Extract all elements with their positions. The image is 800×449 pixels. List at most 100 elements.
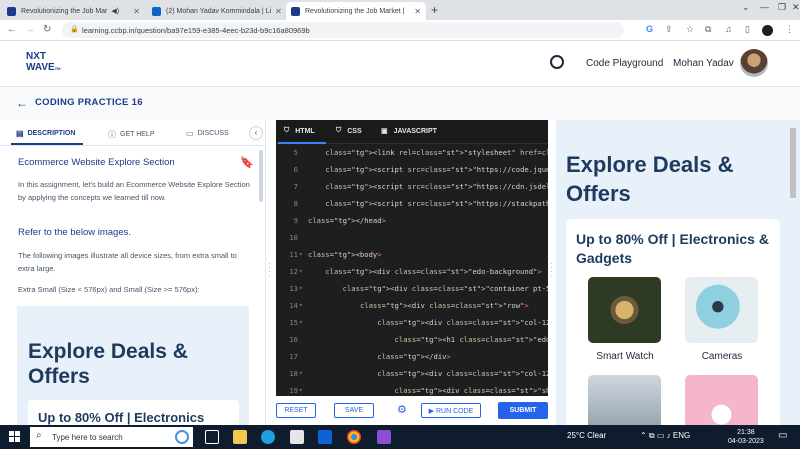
tab-css[interactable]: ⛉ CSS [336, 127, 362, 135]
star-icon[interactable]: ☆ [686, 24, 694, 35]
code-area[interactable]: 5 class="tg"><link rel=class="st">"style… [276, 144, 548, 396]
fold-chevron-icon[interactable]: ▾ [299, 365, 303, 382]
panel-tabs: ▤ DESCRIPTION ⓘ GET HELP ▭ DISCUSS ‹ [0, 120, 265, 146]
nxtwave-favicon-icon [7, 6, 16, 16]
document-icon: ▤ [16, 129, 24, 138]
lock-icon[interactable]: 🔒 [70, 25, 79, 33]
restore-icon[interactable]: ❐ [778, 2, 786, 13]
code-line[interactable]: 16 class="tg"><h1 class=class="st">"edo-… [276, 331, 548, 348]
store-icon[interactable] [290, 430, 304, 444]
close-tab-icon[interactable]: ✕ [410, 7, 421, 16]
google-icon[interactable]: G [646, 24, 653, 34]
code-line[interactable]: 11 ▾ class="tg"><body> [276, 246, 548, 263]
tab-html[interactable]: ⛉ HTML [284, 127, 315, 135]
reset-button[interactable]: RESET [276, 403, 316, 418]
code-editor[interactable]: ⛉ HTML ⛉ CSS ▣ JAVASCRIPT 5 class="tg"><… [276, 120, 548, 396]
tab-get-help[interactable]: ⓘ GET HELP [108, 129, 155, 140]
fold-chevron-icon[interactable]: ▾ [299, 280, 303, 297]
code-text: class="tg"><div class=class="st">"contai… [342, 284, 548, 293]
fold-chevron-icon[interactable]: ▾ [299, 246, 303, 263]
code-line[interactable]: 17 class="tg"></div> [276, 348, 548, 365]
fold-chevron-icon[interactable]: ▾ [299, 263, 303, 280]
browser-tab-3[interactable]: Revolutionizing the Job Market | ✕ [286, 2, 426, 20]
code-line[interactable]: 8 class="tg"><script src=class="st">"htt… [276, 195, 548, 212]
tab-description[interactable]: ▤ DESCRIPTION [16, 129, 75, 138]
weather-widget[interactable]: 25°C Clear [567, 431, 606, 440]
code-line[interactable]: 7 class="tg"><script src=class="st">"htt… [276, 178, 548, 195]
browser-tab-1[interactable]: Revolutionizing the Job Mar ◀) ✕ [2, 2, 145, 20]
avatar[interactable] [740, 49, 768, 77]
close-tab-icon[interactable]: ✕ [271, 7, 282, 16]
back-arrow-icon[interactable]: ← [16, 96, 28, 110]
resize-handle-right[interactable]: · · · · [550, 260, 553, 280]
scrollbar[interactable] [259, 150, 263, 202]
close-tab-icon[interactable]: ✕ [129, 7, 140, 16]
fold-chevron-icon[interactable]: ▾ [299, 297, 303, 314]
task-view-icon[interactable] [205, 430, 219, 444]
code-line[interactable]: 12 ▾ class="tg"><div class=class="st">"ed… [276, 263, 548, 280]
tab-javascript[interactable]: ▣ JAVASCRIPT [381, 127, 437, 136]
line-number: 11 [289, 250, 298, 259]
save-button[interactable]: SAVE [334, 403, 374, 418]
clock[interactable]: 21:38 04-03-2023 [728, 428, 764, 446]
edge-icon[interactable] [261, 430, 275, 444]
chevron-down-icon[interactable]: ⌄ [742, 2, 750, 13]
gear-icon[interactable]: ⚙ [397, 403, 407, 416]
windows-start-icon[interactable] [9, 431, 20, 442]
smart-watch-image [588, 277, 661, 343]
media-icon[interactable]: ♫ [725, 24, 732, 34]
code-text: class="tg"><div class=class="st">"row"> [359, 301, 529, 310]
active-tab-indicator [11, 143, 83, 145]
scrollbar[interactable] [790, 128, 796, 198]
stopwatch-icon[interactable] [550, 55, 564, 69]
chrome-icon[interactable] [347, 430, 361, 444]
extension-icon[interactable]: ⧉ [705, 24, 711, 35]
clock-date: 04-03-2023 [728, 438, 764, 445]
code-line[interactable]: 14 ▾ class="tg"><div class=class="st">"ro… [276, 297, 548, 314]
share-icon[interactable]: ⇪ [665, 24, 673, 35]
code-line[interactable]: 19▾ class="tg"><div class=class="st">"sh… [276, 382, 548, 396]
forward-icon[interactable]: → [25, 24, 35, 35]
browser-tab-2[interactable]: (2) Mohan Yadav Kommindala | Li ✕ [147, 2, 284, 20]
sidepanel-icon[interactable]: ▯ [745, 24, 750, 35]
code-line[interactable]: 6 class="tg"><script src=class="st">"htt… [276, 161, 548, 178]
tab-discuss[interactable]: ▭ DISCUSS [186, 129, 229, 138]
product-label: Smart Watch [596, 351, 654, 362]
resize-handle-left[interactable]: · · · · [268, 260, 271, 280]
taskbar-search[interactable]: ⌕ Type here to search [30, 427, 193, 447]
nxtwave-logo[interactable]: NXT WAVETM [26, 51, 61, 74]
close-window-icon[interactable]: ✕ [792, 2, 800, 13]
new-tab-icon[interactable]: + [431, 3, 438, 17]
code-line[interactable]: 5 class="tg"><link rel=class="st">"style… [276, 144, 548, 161]
tab-javascript-label: JAVASCRIPT [393, 127, 437, 135]
file-explorer-icon[interactable] [233, 430, 247, 444]
cortana-icon[interactable] [175, 430, 189, 444]
profile-icon[interactable] [762, 25, 773, 36]
code-line[interactable]: 18 ▾ class="tg"><div class=class="st">"co… [276, 365, 548, 382]
line-number: 7 [293, 182, 298, 191]
taskbar: ⌕ Type here to search 25°C Clear ⌃ ⧉ ▭ ♪… [0, 425, 800, 449]
system-tray[interactable]: ⌃ ⧉ ▭ ♪ ENG [640, 431, 690, 441]
reload-icon[interactable]: ↻ [43, 24, 51, 35]
code-line[interactable]: 15 ▾ class="tg"><div class=class="st">"co… [276, 314, 548, 331]
user-name[interactable]: Mohan Yadav [673, 58, 734, 69]
speaker-icon[interactable]: ◀) [111, 7, 119, 15]
mail-icon[interactable] [318, 430, 332, 444]
collapse-panel-icon[interactable]: ‹ [249, 126, 263, 140]
code-playground-link[interactable]: Code Playground [586, 58, 663, 69]
vscode-icon[interactable] [377, 430, 391, 444]
code-line[interactable]: 10 [276, 229, 548, 246]
run-code-button[interactable]: ▶ RUN CODE [421, 403, 481, 418]
code-line[interactable]: 13 ▾ class="tg"><div class=class="st">"co… [276, 280, 548, 297]
back-icon[interactable]: ← [7, 24, 17, 35]
submit-button[interactable]: SUBMIT [498, 402, 548, 419]
url-field[interactable]: 🔒 learning.ccbp.in/question/ba97e159-e38… [62, 22, 624, 38]
language-indicator[interactable]: ENG [673, 431, 690, 440]
fold-chevron-icon[interactable]: ▾ [299, 382, 303, 396]
menu-icon[interactable]: ⋮ [785, 24, 794, 35]
bookmark-icon[interactable]: 🔖 [240, 156, 254, 169]
code-line[interactable]: 9 class="tg"></head> [276, 212, 548, 229]
fold-chevron-icon[interactable]: ▾ [299, 314, 303, 331]
notification-icon[interactable]: ▭ [778, 430, 787, 441]
minimize-icon[interactable]: — [760, 2, 769, 12]
